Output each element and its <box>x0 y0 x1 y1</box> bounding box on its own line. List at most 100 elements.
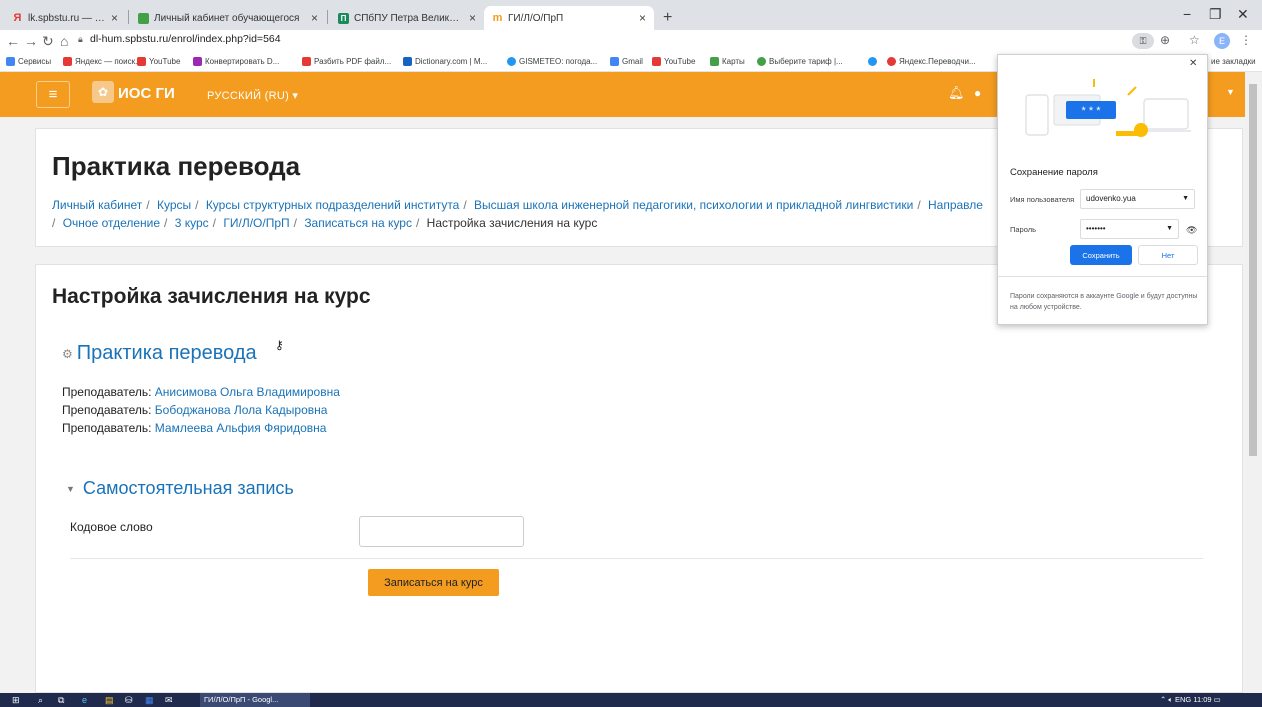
reload-icon[interactable]: ↻ <box>42 33 54 50</box>
bookmark-youtube-2[interactable]: YouTube <box>652 57 695 66</box>
breadcrumb-enrol[interactable]: Записаться на курс <box>304 216 412 230</box>
breadcrumb: Личный кабинет / Курсы / Курсы структурных… <box>52 198 983 230</box>
menu-dots-icon[interactable]: ⋮ <box>1240 33 1252 47</box>
breadcrumb-dashboard[interactable]: Личный кабинет <box>52 198 142 212</box>
convert-icon <box>193 57 202 66</box>
home-icon[interactable]: ⌂ <box>60 33 68 49</box>
bookmark-split-pdf[interactable]: Разбить PDF файл... <box>302 57 391 66</box>
url-field[interactable]: dl-hum.spbstu.ru/enrol/index.php?id=564 <box>90 33 281 45</box>
google-icon <box>610 57 619 66</box>
bookmark-blue[interactable] <box>868 57 880 66</box>
minimize-icon[interactable]: − <box>1183 6 1191 22</box>
dialog-footer-text: Пароли сохраняются в аккаунте Google и б… <box>1010 293 1198 311</box>
breadcrumb-institute-courses[interactable]: Курсы структурных подразделений институт… <box>206 198 460 212</box>
windows-start-icon[interactable]: ⊞ <box>12 695 20 706</box>
volume-icon[interactable]: 🔈︎ <box>1168 695 1173 704</box>
close-tab-icon[interactable]: × <box>469 11 476 25</box>
svg-text:* * *: * * * <box>1082 105 1102 117</box>
save-password-dialog: ✕ * * * Сохранение пароля Имя пользовате… <box>997 54 1208 325</box>
back-icon[interactable]: ← <box>6 33 20 49</box>
breadcrumb-course-code[interactable]: ГИ/Л/О/ПрП <box>223 216 289 230</box>
bookmark-translator[interactable]: Яндекс.Переводчи... <box>887 57 976 66</box>
pdf-icon <box>302 57 311 66</box>
site-name[interactable]: ИОС ГИ <box>118 85 175 102</box>
teacher-line: Преподаватель: Бободжанова Лола Кадыровн… <box>62 403 328 417</box>
chat-bubble-icon[interactable]: ● <box>974 86 981 100</box>
tray-up-icon[interactable]: ⌃ <box>1160 695 1166 704</box>
bookmark-maps[interactable]: Карты <box>710 57 745 66</box>
language-selector[interactable]: РУССКИЙ (RU) ▾ <box>207 89 298 102</box>
close-tab-icon[interactable]: × <box>639 11 646 25</box>
teacher-link[interactable]: Анисимова Ольга Владимировна <box>155 385 340 399</box>
system-tray: ⌃ 🔈︎ ENG 11:09 ▭ <box>1160 695 1221 705</box>
bookmark-yandex[interactable]: Яндекс — поиск... <box>63 57 142 66</box>
green-square-icon <box>138 12 149 24</box>
course-icon: ⚙ <box>62 346 73 361</box>
tab-yandex[interactable]: Я lk.spbstu.ru — Яндекс: нашлось × <box>4 6 126 30</box>
new-tab-icon[interactable]: + <box>663 9 672 27</box>
username-select[interactable]: udovenko.yua ▼ <box>1080 189 1195 209</box>
polytech-icon: П <box>338 12 349 24</box>
breadcrumb-school[interactable]: Высшая школа инженерной педагогики, псих… <box>474 198 913 212</box>
key-icon[interactable]: ⚿ <box>1132 33 1154 49</box>
store-icon[interactable]: ⛁ <box>125 695 133 706</box>
close-tab-icon[interactable]: × <box>111 11 118 25</box>
profile-avatar[interactable]: E <box>1214 33 1230 49</box>
yandex-icon <box>63 57 72 66</box>
dialog-title: Сохранение пароля <box>1010 167 1098 178</box>
maximize-icon[interactable]: ❐ <box>1209 6 1222 23</box>
file-explorer-icon[interactable]: ▤ <box>105 695 114 706</box>
close-icon[interactable]: ✕ <box>1189 58 1197 69</box>
close-window-icon[interactable]: ✕ <box>1237 6 1249 23</box>
language-indicator[interactable]: ENG <box>1175 695 1191 704</box>
bookmark-youtube[interactable]: YouTube <box>137 57 180 66</box>
globe-icon <box>868 57 877 66</box>
forward-icon[interactable]: → <box>24 33 38 49</box>
course-title-link[interactable]: ⚙ Практика перевода <box>62 342 257 365</box>
task-view-icon[interactable]: ⧉ <box>58 695 64 706</box>
clock[interactable]: 11:09 <box>1193 695 1211 704</box>
bookmark-gmail[interactable]: Gmail <box>610 57 643 66</box>
word-icon[interactable]: ▦ <box>145 695 154 706</box>
star-icon[interactable]: ☆ <box>1189 33 1200 47</box>
bookmark-gismeteo[interactable]: GISMETEO: погода... <box>507 57 597 66</box>
close-tab-icon[interactable]: × <box>311 11 318 25</box>
keyword-input[interactable] <box>359 516 524 547</box>
tab-spbpu[interactable]: П СПбПУ Петра Великого × <box>330 6 484 30</box>
bell-icon[interactable]: 🔔︎ <box>948 85 965 101</box>
youtube-icon <box>137 57 146 66</box>
scrollbar-thumb[interactable] <box>1249 84 1257 456</box>
dialog-divider <box>998 276 1207 277</box>
breadcrumb-courses[interactable]: Курсы <box>157 198 191 212</box>
edge-icon[interactable]: e <box>82 695 87 705</box>
tab-separator <box>128 10 129 24</box>
bookmark-dictionary[interactable]: Dictionary.com | M... <box>403 57 487 66</box>
never-button[interactable]: Нет <box>1138 245 1198 265</box>
tab-lk-student[interactable]: Личный кабинет обучающегося × <box>130 6 326 30</box>
breadcrumb-year[interactable]: 3 курс <box>175 216 209 230</box>
password-select[interactable]: ••••••• ▼ <box>1080 219 1179 239</box>
password-illustration-icon: * * * <box>1025 79 1191 137</box>
breadcrumb-full-time[interactable]: Очное отделение <box>63 216 160 230</box>
self-enrol-section-toggle[interactable]: ▼ Самостоятельная запись <box>66 478 294 499</box>
bookmark-services[interactable]: Сервисы <box>6 57 51 66</box>
notifications-icon[interactable]: ▭ <box>1214 695 1221 704</box>
teacher-link[interactable]: Мамлеева Альфия Фяридовна <box>155 421 327 435</box>
bookmark-convert[interactable]: Конвертировать D... <box>193 57 279 66</box>
teacher-link[interactable]: Бободжанова Лола Кадыровна <box>155 403 328 417</box>
bookmark-tariff[interactable]: Выберите тариф |... <box>757 57 843 66</box>
lock-icon[interactable]: 🔒︎ <box>78 34 83 45</box>
taskbar-chrome-app[interactable]: ГИ/Л/О/ПрП - Googl... <box>200 693 310 707</box>
mail-icon[interactable]: ✉ <box>165 695 173 706</box>
enrol-me-button[interactable]: Записаться на курс <box>368 569 499 596</box>
zoom-icon[interactable]: ⊕ <box>1160 33 1170 47</box>
chevron-down-icon[interactable]: ▼ <box>1226 87 1235 97</box>
search-icon[interactable]: ⌕ <box>38 695 43 706</box>
other-bookmarks[interactable]: ие закладки <box>1211 57 1256 66</box>
hamburger-menu-icon[interactable]: ≡ <box>36 81 70 108</box>
site-logo-icon[interactable]: ✿ <box>92 81 114 103</box>
breadcrumb-direction[interactable]: Направле <box>928 198 983 212</box>
save-password-button[interactable]: Сохранить <box>1070 245 1132 265</box>
eye-icon[interactable]: 👁︎ <box>1186 225 1197 236</box>
tab-moodle-course[interactable]: m ГИ/Л/О/ПрП × <box>484 6 654 30</box>
